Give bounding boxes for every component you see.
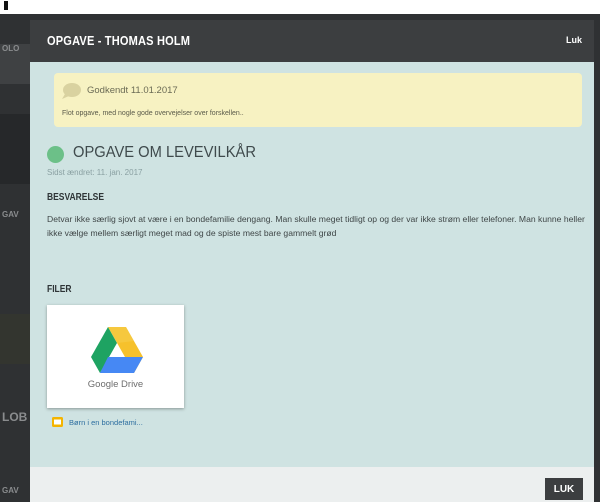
modal-header: OPGAVE - THOMAS HOLM Luk: [30, 20, 594, 62]
task-modal: OPGAVE - THOMAS HOLM Luk Godkendt 11.01.…: [30, 20, 594, 502]
backdrop-label: LOB: [2, 410, 28, 424]
slides-file-icon: [52, 417, 63, 427]
file-card-google-drive[interactable]: Google Drive: [47, 305, 184, 408]
backdrop-label: GAV: [2, 210, 19, 219]
last-edited: Sidst ændret: 11. jan. 2017: [47, 168, 143, 177]
task-status-dot: [47, 146, 64, 163]
backdrop-strip: [0, 114, 30, 184]
answer-text: Detvar ikke særlig sjovt at være i en bo…: [47, 214, 585, 238]
top-marker: [4, 1, 8, 10]
task-title: OPGAVE OM LEVEVILKÅR: [73, 144, 256, 161]
modal-title: OPGAVE - THOMAS HOLM: [47, 33, 191, 48]
speech-bubble-icon: [62, 83, 81, 99]
backdrop-left-edge: OLO GAV LOB GAV: [0, 14, 30, 502]
answer-heading: BESVARELSE: [47, 192, 105, 203]
file-service-label: Google Drive: [87, 379, 144, 390]
files-heading: FILER: [47, 284, 72, 295]
backdrop-label: GAV: [2, 486, 19, 495]
close-link-top[interactable]: Luk: [566, 35, 582, 45]
backdrop-label: OLO: [2, 44, 20, 53]
file-name: Børn i en bondefami...: [69, 418, 143, 427]
google-drive-icon: [91, 327, 143, 373]
close-button[interactable]: LUK: [545, 478, 583, 500]
approval-status: Godkendt 11.01.2017: [87, 85, 178, 96]
backdrop-right-edge: [594, 14, 600, 502]
approval-box: Godkendt 11.01.2017 Flot opgave, med nog…: [54, 73, 582, 127]
modal-footer: LUK: [30, 467, 594, 502]
approval-comment: Flot opgave, med nogle gode overvejelser…: [62, 110, 244, 117]
backdrop-strip: [0, 314, 30, 364]
